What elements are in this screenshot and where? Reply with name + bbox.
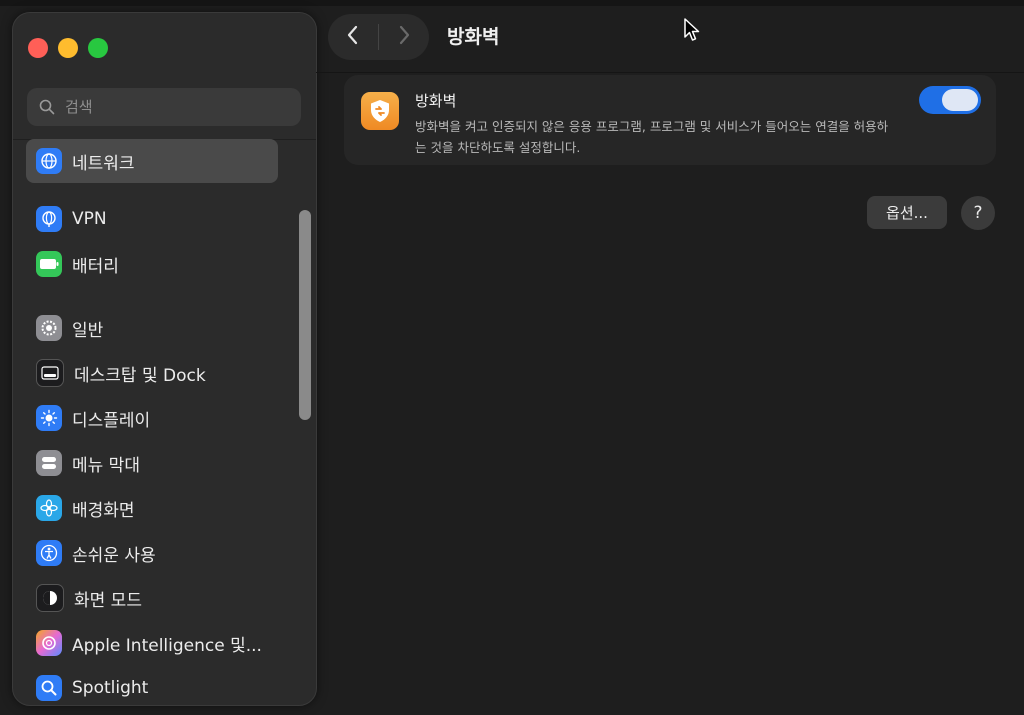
sidebar-item-displays[interactable]: 디스플레이 (26, 396, 278, 440)
minimize-button[interactable] (58, 38, 78, 58)
search-icon (39, 99, 55, 115)
firewall-description: 방화벽을 켜고 인증되지 않은 응용 프로그램, 프로그램 및 서비스가 들어오… (415, 119, 889, 155)
sidebar-item-label: 네트워크 (72, 153, 135, 174)
settings-window: 네트워크 VPN 배터리 일반 (0, 0, 1024, 715)
apple-intelligence-icon (36, 630, 62, 656)
sidebar-item-accessibility[interactable]: 손쉬운 사용 (26, 531, 278, 575)
search-field[interactable] (27, 88, 301, 126)
zoom-button[interactable] (88, 38, 108, 58)
sidebar-item-general[interactable]: 일반 (26, 306, 278, 350)
search-input[interactable] (63, 97, 287, 117)
dock-icon (36, 359, 64, 387)
page-title: 방화벽 (447, 26, 500, 48)
sidebar-item-vpn[interactable]: VPN (26, 197, 278, 241)
sidebar-item-label: 화면 모드 (74, 590, 142, 611)
sidebar-item-label: 디스플레이 (72, 410, 151, 431)
sidebar-item-label: Apple Intelligence 및... (72, 635, 262, 656)
sidebar-item-menu-bar[interactable]: 메뉴 막대 (26, 441, 278, 485)
appearance-icon (36, 584, 64, 612)
magnifier-icon (36, 675, 62, 701)
sidebar-item-network[interactable]: 네트워크 (26, 139, 278, 183)
traffic-lights (28, 38, 108, 58)
sidebar-item-label: 배터리 (72, 256, 119, 277)
sidebar-item-spotlight[interactable]: Spotlight (26, 666, 278, 705)
forward-button[interactable] (379, 14, 429, 60)
sun-icon (36, 405, 62, 431)
sidebar-item-label: 배경화면 (72, 500, 135, 521)
back-button[interactable] (328, 14, 378, 60)
accessibility-icon (36, 540, 62, 566)
globe-icon (36, 148, 62, 174)
menubar-icon (36, 450, 62, 476)
firewall-icon (361, 92, 399, 130)
scrollbar-thumb[interactable] (299, 210, 311, 420)
sidebar-item-label: VPN (72, 209, 107, 229)
sidebar-item-wallpaper[interactable]: 배경화면 (26, 486, 278, 530)
sidebar-item-label: 메뉴 막대 (72, 455, 140, 476)
sidebar-item-label: 일반 (72, 320, 104, 341)
sidebar-item-desktop-dock[interactable]: 데스크탑 및 Dock (26, 351, 278, 395)
sidebar-item-apple-intelligence[interactable]: Apple Intelligence 및... (26, 621, 278, 665)
sidebar-scrollbar[interactable] (297, 146, 311, 702)
firewall-toggle[interactable] (919, 86, 981, 114)
battery-icon (36, 251, 62, 277)
toolbar-divider (316, 72, 1024, 73)
sidebar-item-label: 데스크탑 및 Dock (74, 365, 206, 386)
close-button[interactable] (28, 38, 48, 58)
sidebar-list: 네트워크 VPN 배터리 일반 데스크탑 및 Dock 디스플레이 메뉴 막대 … (13, 139, 316, 705)
sidebar-item-appearance[interactable]: 화면 모드 (26, 576, 278, 620)
sidebar-item-label: Spotlight (72, 678, 149, 698)
navigation-buttons (328, 14, 429, 60)
sidebar-item-label: 손쉬운 사용 (72, 545, 156, 566)
flower-icon (36, 495, 62, 521)
gear-icon (36, 315, 62, 341)
firewall-card: 방화벽 방화벽을 켜고 인증되지 않은 응용 프로그램, 프로그램 및 서비스가… (344, 75, 996, 165)
chevron-left-icon (346, 25, 360, 49)
options-button[interactable]: 옵션... (867, 196, 947, 229)
chevron-right-icon (397, 25, 411, 49)
firewall-title: 방화벽 (415, 92, 457, 110)
sidebar-item-battery[interactable]: 배터리 (26, 242, 278, 286)
mouse-cursor-icon (683, 17, 701, 47)
globe-icon (36, 206, 62, 232)
desktop-strip (0, 0, 1024, 6)
toggle-knob (942, 89, 978, 111)
help-button[interactable]: ? (961, 196, 995, 230)
sidebar: 네트워크 VPN 배터리 일반 (12, 12, 317, 706)
